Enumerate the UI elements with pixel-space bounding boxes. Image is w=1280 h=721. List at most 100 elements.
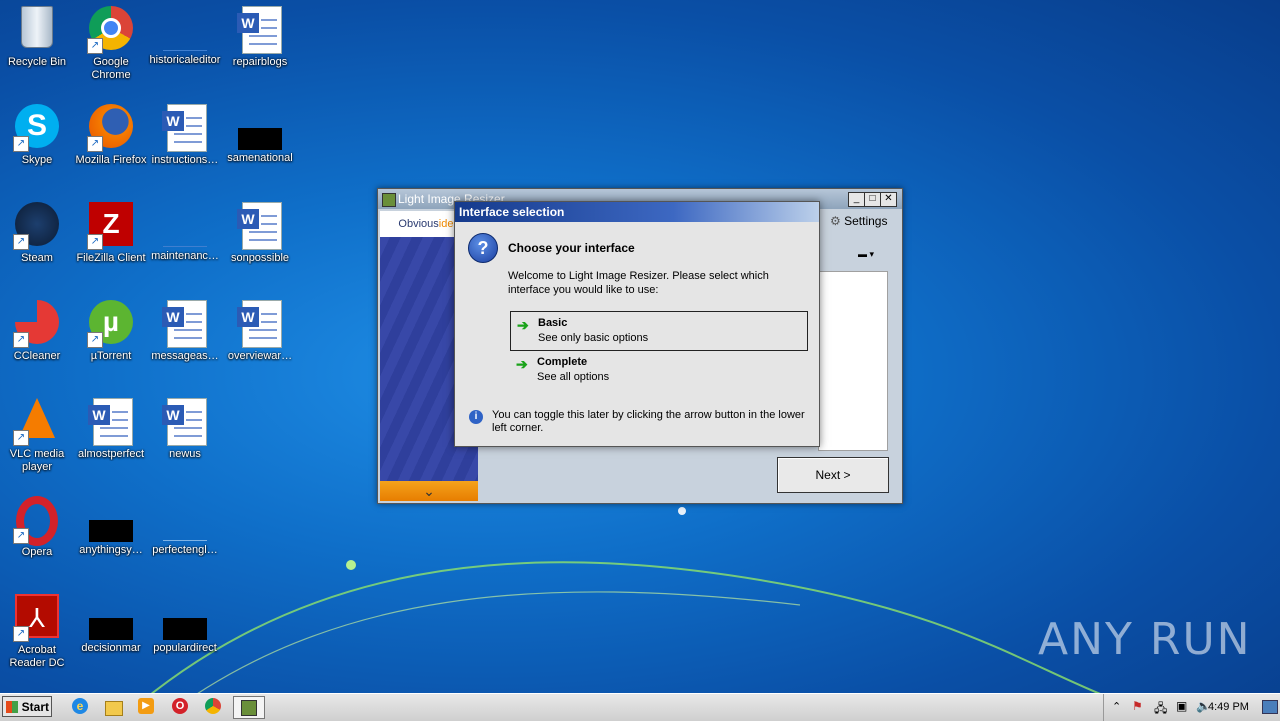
desktop-icon-newus[interactable]: W newus [148,392,222,461]
icon-label: Recycle Bin [7,56,67,68]
word-document-icon: W [161,300,209,348]
show-desktop-button[interactable] [1262,700,1278,714]
word-document-icon: W [236,202,284,250]
redacted-file-icon [161,618,209,640]
blank-file-icon [161,30,209,52]
icon-label: newus [169,448,201,460]
option-title: Complete [537,356,588,368]
desktop-icon-perfectengl[interactable]: perfectengl… [148,490,222,557]
desktop-icon-messageas[interactable]: W messageas… [148,294,222,363]
display-icon[interactable]: ▣ [1176,699,1187,713]
icon-label: VLC media player [9,448,65,473]
toggle-interface-arrow-button[interactable]: ⌄ [380,481,478,501]
option-basic[interactable]: ➔ Basic See only basic options [510,311,808,351]
icon-label: instructions… [151,154,219,166]
ccleaner-icon: ↗ [13,300,61,348]
desktop-icon-anythingsy[interactable]: anythingsy… [74,490,148,557]
desktop-icon-filezilla[interactable]: Z ↗ FileZilla Client [74,196,148,265]
option-complete[interactable]: ➔ Complete See all options [510,351,806,389]
dialog-title[interactable]: Interface selection [455,202,819,222]
icon-label: populardirect [153,642,217,654]
anyrun-watermark: ANY RUN [1038,614,1252,665]
icon-label: CCleaner [13,350,61,362]
maximize-button[interactable]: □ [864,192,881,207]
dialog-intro: Welcome to Light Image Resizer. Please s… [508,270,769,296]
system-tray: ⌃ ⚑ 🖧 ▣ 🔈 [1103,694,1280,721]
next-button[interactable]: Next > [777,457,889,493]
desktop-icon-firefox[interactable]: ↗ Mozilla Firefox [74,98,148,167]
close-button[interactable]: ✕ [880,192,897,207]
icon-label: sonpossible [230,252,290,264]
taskbar: Start e ▶ O ⌃ ⚑ 🖧 ▣ 🔈 4:49 PM [0,693,1280,721]
icon-label: Google Chrome [91,56,131,81]
desktop-icon-sonpossible[interactable]: W sonpossible [223,196,297,265]
desktop-icon-opera[interactable]: ↗ Opera [0,490,74,559]
desktop-icon-overviewar[interactable]: W overviewar… [223,294,297,363]
desktop-icon-vlc[interactable]: ↗ VLC media player [0,392,74,474]
filezilla-icon: Z ↗ [87,202,135,250]
desktop-icon-maintenanc[interactable]: maintenanc… [148,196,222,263]
gear-icon: ⚙ [830,214,841,228]
desktop-icon-acrobat[interactable]: ⅄ ↗ Acrobat Reader DC [0,588,74,670]
icon-label: samenational [227,152,293,164]
explorer-taskbar-icon[interactable] [105,698,123,716]
desktop-icon-decisionmar[interactable]: decisionmar [74,588,148,655]
network-icon[interactable]: 🖧 [1154,699,1167,720]
utorrent-icon: µ ↗ [87,300,135,348]
desktop-icon-steam[interactable]: ↗ Steam [0,196,74,265]
light-image-resizer-taskbar-button[interactable] [233,696,265,719]
option-title: Basic [538,317,568,329]
media-player-taskbar-icon[interactable]: ▶ [138,698,156,716]
redacted-file-icon [87,520,135,542]
dialog-heading: Choose your interface [508,241,635,255]
desktop-icon-utorrent[interactable]: µ ↗ µTorrent [74,294,148,363]
chrome-taskbar-icon[interactable] [205,698,223,716]
taskbar-clock[interactable]: 4:49 PM [1208,701,1249,713]
settings-label: Settings [844,214,888,228]
desktop-icon-populardirect[interactable]: populardirect [148,588,222,655]
vlc-cone-icon: ↗ [13,398,61,446]
green-arrow-icon: ➔ [517,317,529,333]
word-document-icon: W [87,398,135,446]
opera-taskbar-icon[interactable]: O [172,698,190,716]
minimize-button[interactable]: _ [848,192,865,207]
option-subtitle: See all options [537,371,610,383]
desktop-icon-instructions[interactable]: W instructions… [148,98,222,167]
desktop-icon-google-chrome[interactable]: ↗ Google Chrome [74,0,148,82]
blank-file-icon [161,226,209,248]
green-arrow-icon: ➔ [516,356,528,372]
show-hidden-icons-button[interactable]: ⌃ [1112,700,1121,713]
desktop-icon-samenational[interactable]: samenational [223,98,297,165]
word-document-icon: W [236,6,284,54]
icon-label: Acrobat Reader DC [9,644,65,669]
info-icon: i [469,410,483,424]
icon-label: FileZilla Client [76,252,146,264]
action-center-icon[interactable]: ⚑ [1132,699,1143,713]
acrobat-icon: ⅄ ↗ [13,594,61,642]
view-dropdown[interactable]: ▬ ▾ [858,249,874,260]
desktop-icon-repairblogs[interactable]: W repairblogs [223,0,297,69]
icon-label: maintenanc… [151,250,219,262]
icon-label: overviewar… [227,350,293,362]
option-subtitle: See only basic options [538,332,649,344]
settings-button[interactable]: ⚙ Settings [830,214,887,228]
icon-label: µTorrent [90,350,132,362]
chrome-icon: ↗ [87,6,135,54]
desktop-icon-recycle-bin[interactable]: Recycle Bin [0,0,74,69]
ie-taskbar-icon[interactable]: e [72,698,90,716]
redacted-file-icon [87,618,135,640]
icon-label: Opera [21,546,53,558]
redacted-file-icon [236,128,284,150]
start-button[interactable]: Start [2,696,52,717]
icon-label: historicaleditor [149,54,221,66]
opera-icon: ↗ [13,496,61,546]
content-area [818,271,888,451]
desktop-icon-ccleaner[interactable]: ↗ CCleaner [0,294,74,363]
app-icon [382,193,396,207]
icon-label: Skype [21,154,53,166]
desktop-icon-almostperfect[interactable]: W almostperfect [74,392,148,461]
icon-label: decisionmar [81,642,141,654]
desktop-icon-historicaleditor[interactable]: historicaleditor [148,0,222,67]
dialog-note: You can toggle this later by clicking th… [492,409,805,434]
desktop-icon-skype[interactable]: S ↗ Skype [0,98,74,167]
